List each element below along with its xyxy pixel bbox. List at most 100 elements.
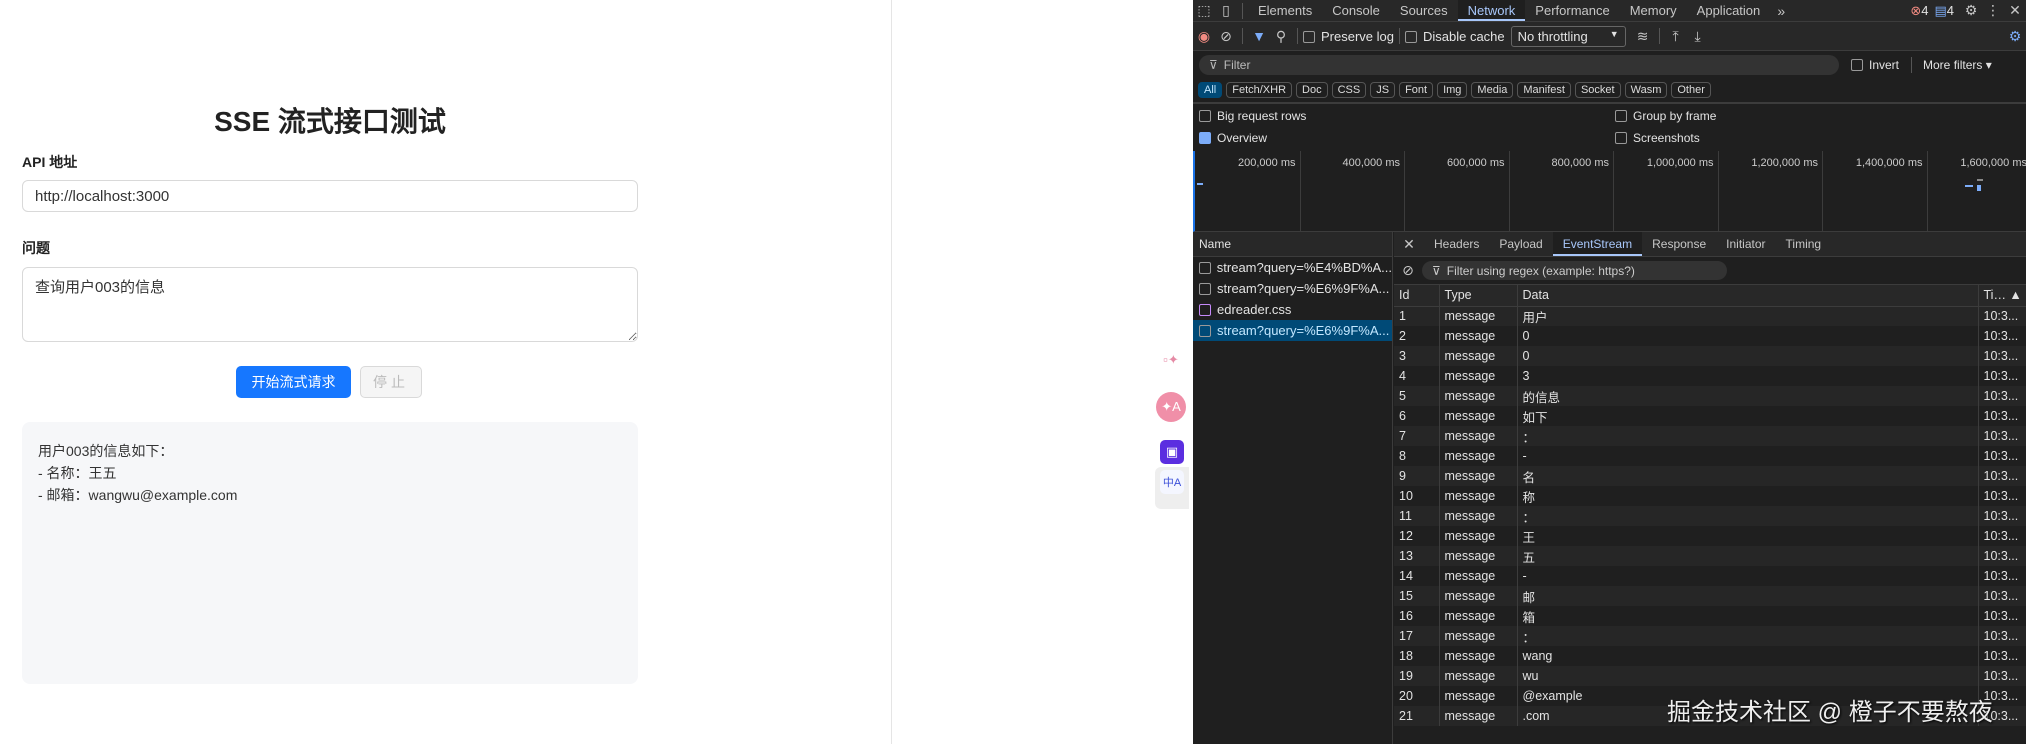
event-row[interactable]: 6 message 如下 10:3... — [1394, 406, 2026, 426]
record-icon[interactable]: ◉ — [1193, 28, 1215, 45]
event-row[interactable]: 13 message 五 10:3... — [1394, 546, 2026, 566]
detail-tab-initiator[interactable]: Initiator — [1716, 232, 1775, 256]
close-icon[interactable]: ✕ — [2004, 2, 2026, 19]
column-header-data[interactable]: Data — [1517, 285, 1979, 307]
column-header-id[interactable]: Id — [1394, 285, 1440, 307]
event-row[interactable]: 10 message 称 10:3... — [1394, 486, 2026, 506]
inspect-icon[interactable]: ⬚ — [1193, 2, 1215, 19]
type-filter-doc[interactable]: Doc — [1296, 82, 1328, 98]
group-by-frame-checkbox[interactable]: Group by frame — [1615, 109, 1716, 123]
import-har-icon[interactable]: ⤒ — [1665, 28, 1687, 45]
type-filter-font[interactable]: Font — [1399, 82, 1434, 98]
type-filter-media[interactable]: Media — [1471, 82, 1514, 98]
event-row[interactable]: 8 message -10:3... — [1394, 446, 2026, 466]
network-conditions-icon[interactable]: ≋ — [1632, 28, 1654, 45]
preserve-log-checkbox[interactable]: Preserve log — [1303, 29, 1394, 44]
type-filter-js[interactable]: JS — [1370, 82, 1396, 98]
tab-sources[interactable]: Sources — [1390, 0, 1458, 21]
type-filter-img[interactable]: Img — [1437, 82, 1468, 98]
event-row[interactable]: 2 message 0 10:3... — [1394, 326, 2026, 346]
settings-icon[interactable]: ⚙ — [1960, 2, 1982, 19]
big-rows-checkbox[interactable]: Big request rows — [1199, 109, 1306, 123]
event-row[interactable]: 18 message wang 10:3... — [1394, 646, 2026, 666]
extension-icon[interactable]: ▣ — [1160, 440, 1184, 464]
filter-input[interactable]: ⊽ Filter — [1199, 54, 1839, 75]
event-row[interactable]: 7 message： 10:3... — [1394, 426, 2026, 446]
close-detail-icon[interactable]: ✕ — [1394, 236, 1424, 253]
detail-tab-timing[interactable]: Timing — [1776, 232, 1832, 256]
question-textarea[interactable]: 查询用户003的信息 — [22, 267, 638, 342]
apps-icon[interactable]: ▫✦ — [1156, 345, 1186, 375]
timeline-overview[interactable]: 200,000 ms 400,000 ms 600,000 ms 800,000 ms… — [1193, 151, 2026, 232]
message-icon[interactable]: ▤ — [1934, 3, 1946, 19]
column-header-type[interactable]: Type — [1439, 285, 1518, 307]
request-row[interactable]: edreader.css — [1193, 299, 1392, 320]
detail-tab-payload[interactable]: Payload — [1489, 232, 1552, 256]
event-row[interactable]: 16 message 箱 10:3... — [1394, 606, 2026, 626]
more-tabs-icon[interactable]: » — [1770, 3, 1792, 19]
type-filter-manifest[interactable]: Manifest — [1517, 82, 1571, 98]
kebab-menu-icon[interactable]: ⋮ — [1982, 2, 2004, 19]
event-row[interactable]: 14 message -10:3... — [1394, 566, 2026, 586]
search-icon[interactable]: ⚲ — [1270, 28, 1292, 45]
device-toggle-icon[interactable]: ▯ — [1215, 2, 1237, 19]
clear-events-icon[interactable]: ⊘ — [1394, 262, 1422, 279]
translate-icon[interactable]: 中A — [1160, 470, 1184, 494]
screenshots-checkbox[interactable]: Screenshots — [1615, 131, 1700, 145]
invert-checkbox[interactable]: Invert — [1851, 58, 1899, 72]
type-filter-wasm[interactable]: Wasm — [1624, 82, 1668, 98]
column-header-time[interactable]: Ti… ▲ — [1978, 285, 2026, 307]
type-filter-fetch-xhr[interactable]: Fetch/XHR — [1226, 82, 1293, 98]
more-filters-button[interactable]: More filters ▾ — [1923, 58, 1992, 72]
event-row[interactable]: 4 message 3 10:3... — [1394, 366, 2026, 386]
overview-checkbox[interactable]: Overview — [1199, 131, 1267, 145]
event-time: 10:3... — [1978, 466, 2026, 486]
event-row[interactable]: 19 message wu 10:3... — [1394, 666, 2026, 686]
tab-network[interactable]: Network — [1457, 0, 1526, 21]
tab-elements[interactable]: Elements — [1248, 0, 1322, 21]
event-row[interactable]: 11 message： 10:3... — [1394, 506, 2026, 526]
filter-icon[interactable]: ▼ — [1248, 28, 1270, 44]
event-id: 10 — [1394, 486, 1440, 506]
event-time: 10:3... — [1978, 646, 2026, 666]
event-time: 10:3... — [1978, 326, 2026, 346]
tab-application[interactable]: Application — [1687, 0, 1771, 21]
start-stream-button[interactable]: 开始流式请求 — [236, 366, 351, 398]
type-filter-all[interactable]: All — [1198, 82, 1223, 98]
request-row[interactable]: stream?query=%E4%BD%A... — [1193, 257, 1392, 278]
ai-translate-icon[interactable]: ✦A — [1156, 392, 1186, 422]
type-filter-css[interactable]: CSS — [1331, 82, 1367, 98]
request-row[interactable]: stream?query=%E6%9F%A... — [1193, 320, 1392, 341]
event-row[interactable]: 1 message 用户 10:3... — [1394, 306, 2026, 326]
event-id: 3 — [1394, 346, 1440, 366]
detail-tab-response[interactable]: Response — [1642, 232, 1716, 256]
event-row[interactable]: 12 message 王 10:3... — [1394, 526, 2026, 546]
detail-tab-eventstream[interactable]: EventStream — [1552, 232, 1643, 256]
event-row[interactable]: 3 message 0 10:3... — [1394, 346, 2026, 366]
event-data: ： — [1517, 426, 1979, 446]
throttling-select[interactable]: No throttling ▼ — [1510, 25, 1626, 47]
tab-console[interactable]: Console — [1322, 0, 1390, 21]
name-column-header[interactable]: Name — [1193, 232, 1392, 257]
type-filter-socket[interactable]: Socket — [1574, 82, 1621, 98]
event-row[interactable]: 15 message 邮 10:3... — [1394, 586, 2026, 606]
event-time: 10:3... — [1978, 506, 2026, 526]
event-filter-input[interactable]: ⊽ Filter using regex (example: https?) — [1422, 261, 1727, 280]
clear-icon[interactable]: ⊘ — [1215, 28, 1237, 45]
tab-memory[interactable]: Memory — [1620, 0, 1687, 21]
api-url-input[interactable] — [22, 180, 638, 212]
error-icon[interactable]: ⊗ — [1910, 3, 1921, 19]
detail-tabbar: ✕ Headers Payload EventStream Response Initi… — [1394, 232, 2026, 257]
request-row[interactable]: stream?query=%E6%9F%A... — [1193, 278, 1392, 299]
tab-performance[interactable]: Performance — [1525, 0, 1619, 21]
page-title: SSE 流式接口测试 — [214, 106, 446, 137]
export-har-icon[interactable]: ⤓ — [1687, 28, 1709, 45]
detail-tab-headers[interactable]: Headers — [1424, 232, 1489, 256]
event-row[interactable]: 5 message 的信息 10:3... — [1394, 386, 2026, 406]
stop-button[interactable]: 停止 — [360, 366, 422, 398]
network-settings-icon[interactable]: ⚙ — [2004, 28, 2026, 45]
event-row[interactable]: 17 message： 10:3... — [1394, 626, 2026, 646]
type-filter-other[interactable]: Other — [1671, 82, 1711, 98]
event-row[interactable]: 9 message 名 10:3... — [1394, 466, 2026, 486]
disable-cache-checkbox[interactable]: Disable cache — [1404, 29, 1505, 44]
